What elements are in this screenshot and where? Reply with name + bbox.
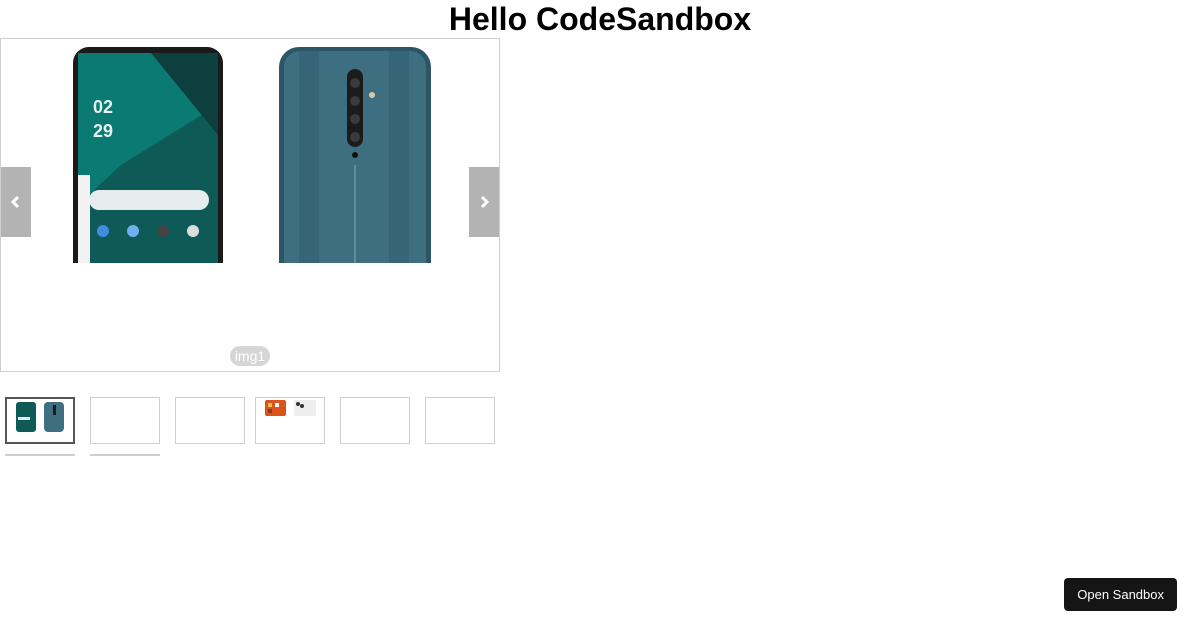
thumbnail-img7[interactable] [5,454,75,456]
phone-thumbnail-image [16,402,64,432]
thumbnail-img1[interactable] [5,397,75,444]
carousel-next-button[interactable] [469,167,499,237]
slide-caption: img1 [230,346,270,366]
image-carousel: 02 29 img1 [0,38,500,372]
chevron-left-icon [10,195,20,209]
open-sandbox-button[interactable]: Open Sandbox [1064,578,1177,611]
svg-text:02: 02 [93,97,113,117]
svg-text:29: 29 [93,121,113,141]
thumbnail-img6[interactable] [425,397,495,444]
phone-thumbnail-image [265,400,316,416]
carousel-prev-button[interactable] [1,167,31,237]
thumbnail-img5[interactable] [340,397,410,444]
thumbnail-img2[interactable] [90,397,160,444]
thumbnail-img3[interactable] [175,397,245,444]
thumbnail-img8[interactable] [90,454,160,456]
thumbnail-img4[interactable] [255,397,325,444]
page-title: Hello CodeSandbox [448,1,752,37]
chevron-right-icon [480,195,490,209]
phone-product-image: 02 29 [73,47,431,263]
